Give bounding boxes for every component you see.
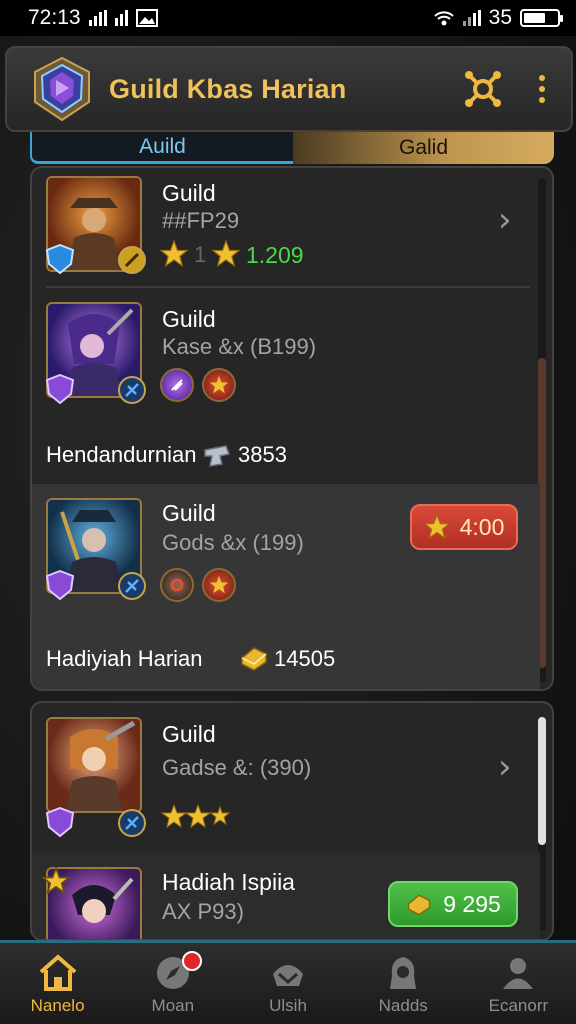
- network-gear-icon[interactable]: [463, 69, 503, 109]
- image-notification-icon: [135, 9, 158, 27]
- shield-badge-icon: [46, 244, 74, 274]
- guild-tag: Kase &x (B199): [162, 334, 317, 359]
- timer-value: 4:00: [459, 513, 505, 540]
- gold-ingot-icon: [408, 894, 431, 916]
- nav-moan[interactable]: Moan: [115, 943, 230, 1024]
- gold-ingot-icon: [241, 647, 267, 671]
- class-badge-icon: [118, 246, 146, 274]
- shield-crest-icon: [29, 56, 95, 122]
- class-badge-icon: [118, 376, 146, 404]
- guild-name: Guild: [162, 306, 216, 332]
- app-header: Guild Kbas Harian: [5, 46, 573, 132]
- helmet-icon: [273, 965, 303, 986]
- battery-percent: 35: [488, 6, 512, 29]
- signal-icon: [88, 10, 107, 26]
- clock: 72:13: [28, 6, 81, 29]
- nav-ecanorr[interactable]: Ecanorr: [461, 943, 576, 1024]
- battery-icon: [520, 9, 563, 27]
- shield-badge-icon: [46, 807, 74, 837]
- rune-orb-icon: [160, 368, 194, 402]
- class-badge-icon: [118, 809, 146, 837]
- wifi-icon: [433, 11, 454, 26]
- guild-row[interactable]: Guild ##FP29 1 1.209 ›: [32, 168, 540, 288]
- nav-label: Moan: [151, 996, 195, 1015]
- cell-signal-icon: [462, 10, 481, 26]
- guild-row[interactable]: Guild Gadse &: (390) ›: [32, 703, 540, 853]
- nav-label: Nanelo: [30, 996, 85, 1015]
- tab-auild[interactable]: Auild: [30, 132, 293, 164]
- guild-footer-value: 14505: [274, 646, 336, 671]
- nav-label: Ecanorr: [488, 996, 549, 1015]
- guild-footer-value: 3853: [238, 442, 287, 467]
- star-rating-icon: [160, 803, 231, 829]
- page-title: Guild Kbas Harian: [109, 73, 347, 104]
- chevron-right-icon[interactable]: ›: [498, 200, 512, 240]
- bottom-nav: Nanelo Moan Ulsih Nadds Ecanorr: [0, 940, 576, 1024]
- tab-bar: Auild Galid: [30, 132, 554, 164]
- nav-ulsih[interactable]: Ulsih: [230, 943, 345, 1024]
- shield-badge-icon: [46, 374, 74, 404]
- reward-title: Hadiah Ispiia: [162, 869, 295, 895]
- nav-nadds[interactable]: Nadds: [346, 943, 461, 1024]
- hooded-figure-icon: [390, 957, 417, 989]
- nav-nanelo[interactable]: Nanelo: [0, 943, 115, 1024]
- star-icon: [160, 240, 188, 268]
- star-icon: [423, 514, 450, 540]
- tab-galid[interactable]: Galid: [293, 132, 554, 164]
- class-badge-icon: [118, 572, 146, 600]
- notification-dot: [182, 951, 203, 971]
- anvil-icon: [204, 445, 231, 467]
- nav-label: Ulsih: [269, 996, 307, 1015]
- reward-row[interactable]: Hadiah Ispiia AX P93) 9 295: [32, 853, 540, 939]
- guild-name: Guild: [162, 721, 216, 747]
- guild-tag: ##FP29: [162, 208, 240, 233]
- guild-row[interactable]: Guild Kase &x (B199) Hendandurnian 3853: [32, 290, 540, 482]
- guild-list-panel: Guild ##FP29 1 1.209 › Guild Kase &x (B1…: [30, 166, 554, 691]
- guild-footer-label: Hendandurnian: [46, 442, 197, 467]
- kebab-menu-icon[interactable]: [533, 71, 551, 107]
- chevron-right-icon[interactable]: ›: [498, 747, 512, 787]
- guild-avatar: [46, 717, 142, 813]
- nav-label: Nadds: [378, 996, 428, 1015]
- rating-value: 1.209: [246, 242, 304, 268]
- star-orb-icon: [202, 368, 236, 402]
- guild-row[interactable]: Guild Gods &x (199) 4:00 Hadiyiah Harian…: [32, 484, 540, 689]
- star-orb-icon: [202, 568, 236, 602]
- shield-badge-icon: [46, 570, 74, 600]
- star-icon-2: [212, 240, 240, 268]
- gear-orb-icon: [160, 568, 194, 602]
- stars-count: 1: [194, 242, 207, 267]
- row-divider: [46, 286, 530, 288]
- star-badge-icon: [42, 867, 70, 895]
- guild-tag: Gods &x (199): [162, 530, 304, 555]
- profile-icon: [503, 958, 534, 989]
- status-bar: 72:13 35: [0, 0, 576, 36]
- guild-tag: Gadse &: (390): [162, 755, 312, 780]
- timer-button[interactable]: 4:00: [410, 504, 518, 550]
- guild-list-panel-2: Guild Gadse &: (390) › Hadiah Ispiia AX …: [30, 701, 554, 941]
- guild-name: Guild: [162, 500, 216, 526]
- reward-tag: AX P93): [162, 899, 244, 924]
- reward-claim-button[interactable]: 9 295: [388, 881, 518, 927]
- guild-name: Guild: [162, 180, 216, 206]
- signal-icon-2: [114, 10, 128, 26]
- home-icon: [39, 954, 76, 991]
- reward-value: 9 295: [443, 890, 501, 917]
- guild-footer-label: Hadiyiah Harian: [46, 646, 203, 671]
